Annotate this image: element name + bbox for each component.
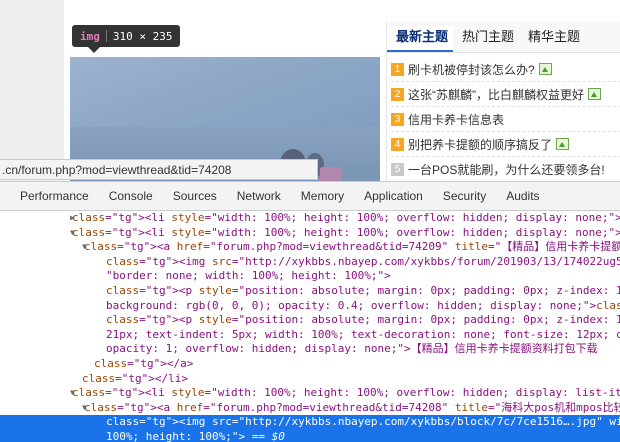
topic-item[interactable]: 1 刷卡机被停封该怎么办? [391,57,620,82]
dom-tree-line[interactable]: 21px; text-indent: 5px; width: 100%; tex… [0,328,620,343]
topic-title-link[interactable]: 别把养卡提额的顺序搞反了 [408,136,552,153]
topic-rank-badge: 5 [391,162,404,176]
dom-tree-line[interactable]: ▼ class="tg"><li style="width: 100%; heig… [0,386,620,401]
status-bar-url: .cn/forum.php?mod=viewthread&tid=74208 [0,159,318,180]
topic-tabs: 最新主题 热门主题 精华主题 [387,22,620,53]
dom-tree-line[interactable]: class="tg"><img src="http://xykbbs.nbaye… [0,415,620,430]
topic-sidebar: 最新主题 热门主题 精华主题 1 刷卡机被停封该怎么办? 2 这张“苏麒麟”，比白麒麟… [386,22,620,181]
web-page: img 310 × 235 最新主题 热门主题 精华主题 1 刷卡机被停封该怎么办… [0,0,620,181]
dom-tree-line[interactable]: opacity: 1; overflow: hidden; display: n… [0,342,620,357]
dom-tree-line[interactable]: 100%; height: 100%;"> == $0 [0,429,620,442]
tooltip-size: 310 × 235 [112,29,173,43]
tab-audits[interactable]: Audits [496,182,549,210]
topic-title-link[interactable]: 这张“苏麒麟”，比白麒麟权益更好 [408,86,584,103]
dom-tree-line[interactable]: ▼ class="tg"><a href="forum.php?mod=viewt… [0,240,620,255]
topic-title-link[interactable]: 一台POS就能刷，为什么还要领多台! [408,161,605,178]
topic-rank-badge: 2 [391,87,404,101]
dom-tree-line[interactable]: class="tg"><p style="position: absolute;… [0,313,620,328]
tab-performance[interactable]: Performance [0,182,99,210]
tab-featured-topics[interactable]: 精华主题 [519,26,585,52]
tab-network[interactable]: Network [227,182,291,210]
tab-latest-topics[interactable]: 最新主题 [387,26,454,52]
element-size-tooltip: img 310 × 235 [72,25,181,53]
dom-tree-line[interactable]: "border: none; width: 100%; height: 100%… [0,269,620,284]
topic-title-link[interactable]: 刷卡机被停封该怎么办? [408,61,535,78]
dom-tree-line[interactable]: ▼ class="tg"><li style="width: 100%; heig… [0,226,620,241]
dom-tree-line[interactable]: ▶ class="tg"><li style="width: 100%; heig… [0,211,620,226]
dom-tree-line[interactable]: class="tg"></li> [0,372,620,387]
tab-console[interactable]: Console [99,182,163,210]
tab-memory[interactable]: Memory [291,182,354,210]
tab-sources[interactable]: Sources [163,182,227,210]
tab-security[interactable]: Security [433,182,496,210]
image-attachment-icon [556,138,570,150]
page-left-margin [0,0,64,181]
dom-tree-line[interactable]: class="tg"></a> [0,357,620,372]
image-attachment-icon [538,63,552,75]
topic-item[interactable]: 4 别把养卡提额的顺序搞反了 [391,132,620,157]
topic-rank-badge: 4 [391,137,404,151]
devtools-panel: Performance Console Sources Network Memo… [0,181,620,442]
topic-item[interactable]: 2 这张“苏麒麟”，比白麒麟权益更好 [391,82,620,107]
dom-tree-line[interactable]: ▼ class="tg"><a href="forum.php?mod=viewt… [0,401,620,416]
topic-rank-badge: 1 [391,62,404,76]
topic-list: 1 刷卡机被停封该怎么办? 2 这张“苏麒麟”，比白麒麟权益更好 3 信用卡养卡信息表 4 别… [387,53,620,181]
image-attachment-icon [588,88,601,100]
dom-tree-line[interactable]: class="tg"><img src="http://xykbbs.nbaye… [0,255,620,270]
elements-tree: ▶ class="tg"><li style="width: 100%; heig… [0,211,620,442]
topic-item[interactable]: 3 信用卡养卡信息表 [391,107,620,132]
topic-rank-badge: 3 [391,112,404,126]
tooltip-tag: img [80,29,100,43]
dom-tree-line[interactable]: background: rgb(0, 0, 0); opacity: 0.4; … [0,299,620,314]
tab-application[interactable]: Application [354,182,433,210]
devtools-tab-bar: Performance Console Sources Network Memo… [0,182,620,211]
topic-title-link[interactable]: 信用卡养卡信息表 [408,111,504,128]
tab-hot-topics[interactable]: 热门主题 [453,26,519,52]
topic-item[interactable]: 5 一台POS就能刷，为什么还要领多台! [391,157,620,181]
dom-tree-line[interactable]: class="tg"><p style="position: absolute;… [0,284,620,299]
